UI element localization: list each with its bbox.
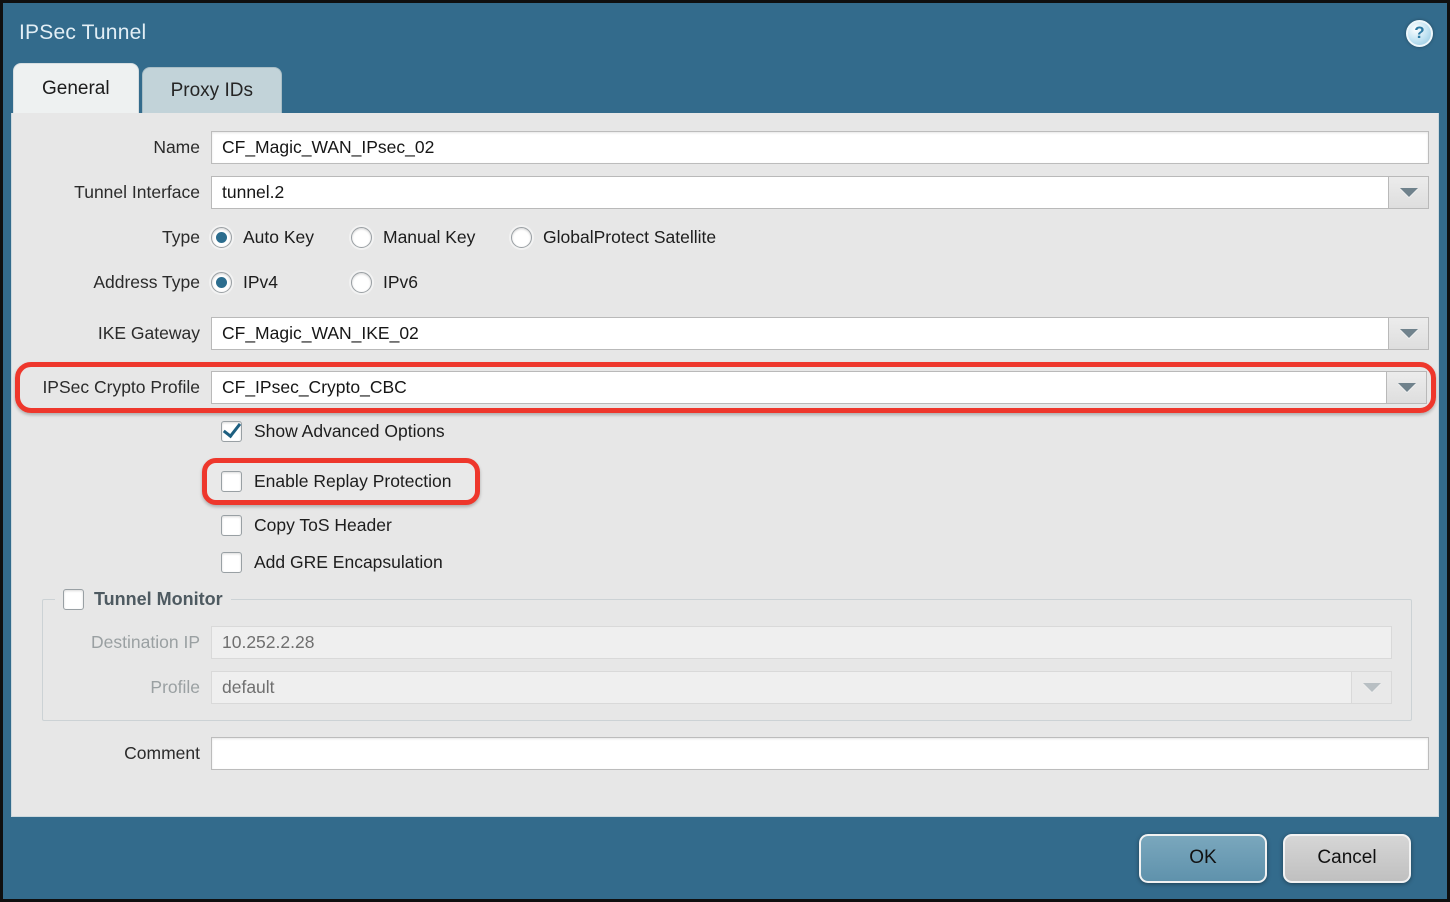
ike-gateway-select[interactable] — [211, 317, 1429, 350]
monitor-profile-row: Profile — [43, 671, 1401, 704]
monitor-profile-label: Profile — [43, 677, 211, 698]
chevron-down-icon — [1400, 188, 1418, 197]
radio-ipv6-label: IPv6 — [383, 272, 418, 293]
replay-protection-highlight-annotation: Enable Replay Protection — [202, 458, 480, 505]
ipsec-crypto-profile-select[interactable] — [211, 371, 1427, 404]
monitor-profile-dropdown-button — [1351, 672, 1391, 703]
add-gre-encapsulation-label: Add GRE Encapsulation — [254, 552, 443, 573]
tunnel-monitor-legend: Tunnel Monitor — [55, 589, 231, 610]
ipsec-crypto-profile-dropdown-button[interactable] — [1386, 372, 1426, 403]
radio-globalprotect-satellite[interactable]: GlobalProtect Satellite — [511, 227, 716, 248]
dialog-title: IPSec Tunnel — [19, 21, 146, 45]
radio-auto-key[interactable]: Auto Key — [211, 227, 351, 248]
tunnel-interface-label: Tunnel Interface — [12, 182, 211, 203]
name-input[interactable] — [211, 131, 1429, 164]
tunnel-monitor-checkbox[interactable] — [63, 589, 84, 610]
copy-tos-header-label: Copy ToS Header — [254, 515, 392, 536]
radio-auto-key-label: Auto Key — [243, 227, 314, 248]
tunnel-monitor-label: Tunnel Monitor — [94, 589, 223, 610]
enable-replay-protection-checkbox[interactable] — [221, 471, 242, 492]
ike-gateway-value[interactable] — [212, 318, 1388, 349]
general-tab-panel: Name Tunnel Interface Type — [11, 113, 1439, 817]
ok-button[interactable]: OK — [1139, 834, 1267, 883]
destination-ip-label: Destination IP — [43, 632, 211, 653]
chevron-down-icon — [1398, 383, 1416, 392]
radio-button-icon[interactable] — [351, 272, 372, 293]
dialog-titlebar: IPSec Tunnel ? — [3, 3, 1447, 63]
tunnel-interface-select[interactable] — [211, 176, 1429, 209]
radio-button-icon[interactable] — [211, 272, 232, 293]
ike-gateway-label: IKE Gateway — [12, 323, 211, 344]
radio-button-icon[interactable] — [351, 227, 372, 248]
enable-replay-protection-row: Enable Replay Protection — [221, 471, 451, 492]
comment-input[interactable] — [211, 737, 1429, 770]
add-gre-encapsulation-row: Add GRE Encapsulation — [221, 552, 1438, 573]
crypto-profile-highlight-annotation: IPSec Crypto Profile — [15, 362, 1436, 413]
destination-ip-row: Destination IP — [43, 626, 1401, 659]
show-advanced-options-checkbox[interactable] — [221, 421, 242, 442]
comment-label: Comment — [12, 743, 211, 764]
ipsec-crypto-profile-row: IPSec Crypto Profile — [20, 371, 1431, 404]
monitor-profile-value — [212, 672, 1351, 703]
cancel-button[interactable]: Cancel — [1283, 834, 1411, 883]
chevron-down-icon — [1400, 329, 1418, 338]
radio-ipv6[interactable]: IPv6 — [351, 272, 511, 293]
destination-ip-input — [211, 626, 1392, 659]
tab-proxy-ids[interactable]: Proxy IDs — [142, 67, 282, 113]
type-row: Type Auto Key Manual Key GlobalProtect S… — [12, 227, 1438, 248]
address-type-row: Address Type IPv4 IPv6 — [12, 272, 1438, 293]
radio-globalprotect-satellite-label: GlobalProtect Satellite — [543, 227, 716, 248]
address-type-label: Address Type — [12, 272, 211, 293]
type-label: Type — [12, 227, 211, 248]
copy-tos-header-checkbox[interactable] — [221, 515, 242, 536]
radio-manual-key[interactable]: Manual Key — [351, 227, 511, 248]
chevron-down-icon — [1363, 683, 1381, 692]
tunnel-interface-row: Tunnel Interface — [12, 176, 1438, 209]
tab-general[interactable]: General — [13, 63, 139, 113]
type-radio-group: Auto Key Manual Key GlobalProtect Satell… — [211, 227, 716, 248]
copy-tos-header-row: Copy ToS Header — [221, 515, 1438, 536]
add-gre-encapsulation-checkbox[interactable] — [221, 552, 242, 573]
help-icon[interactable]: ? — [1406, 20, 1433, 47]
name-label: Name — [12, 137, 211, 158]
dialog-footer: OK Cancel — [3, 817, 1447, 899]
tunnel-monitor-section: Tunnel Monitor Destination IP Profile — [42, 589, 1412, 721]
radio-ipv4[interactable]: IPv4 — [211, 272, 351, 293]
address-type-radio-group: IPv4 IPv6 — [211, 272, 511, 293]
radio-button-icon[interactable] — [511, 227, 532, 248]
tab-bar: General Proxy IDs — [3, 63, 1447, 113]
show-advanced-options-row: Show Advanced Options — [221, 421, 1438, 442]
tunnel-interface-value[interactable] — [212, 177, 1388, 208]
show-advanced-options-label: Show Advanced Options — [254, 421, 445, 442]
ipsec-crypto-profile-value[interactable] — [212, 372, 1386, 403]
monitor-profile-select — [211, 671, 1392, 704]
ipsec-tunnel-dialog: IPSec Tunnel ? General Proxy IDs Name Tu… — [0, 0, 1450, 902]
ike-gateway-dropdown-button[interactable] — [1388, 318, 1428, 349]
radio-button-icon[interactable] — [211, 227, 232, 248]
ike-gateway-row: IKE Gateway — [12, 317, 1438, 350]
ipsec-crypto-profile-label: IPSec Crypto Profile — [20, 377, 211, 398]
comment-row: Comment — [12, 737, 1438, 770]
radio-ipv4-label: IPv4 — [243, 272, 278, 293]
tunnel-interface-dropdown-button[interactable] — [1388, 177, 1428, 208]
enable-replay-protection-label: Enable Replay Protection — [254, 471, 451, 492]
name-row: Name — [12, 131, 1438, 164]
radio-manual-key-label: Manual Key — [383, 227, 475, 248]
